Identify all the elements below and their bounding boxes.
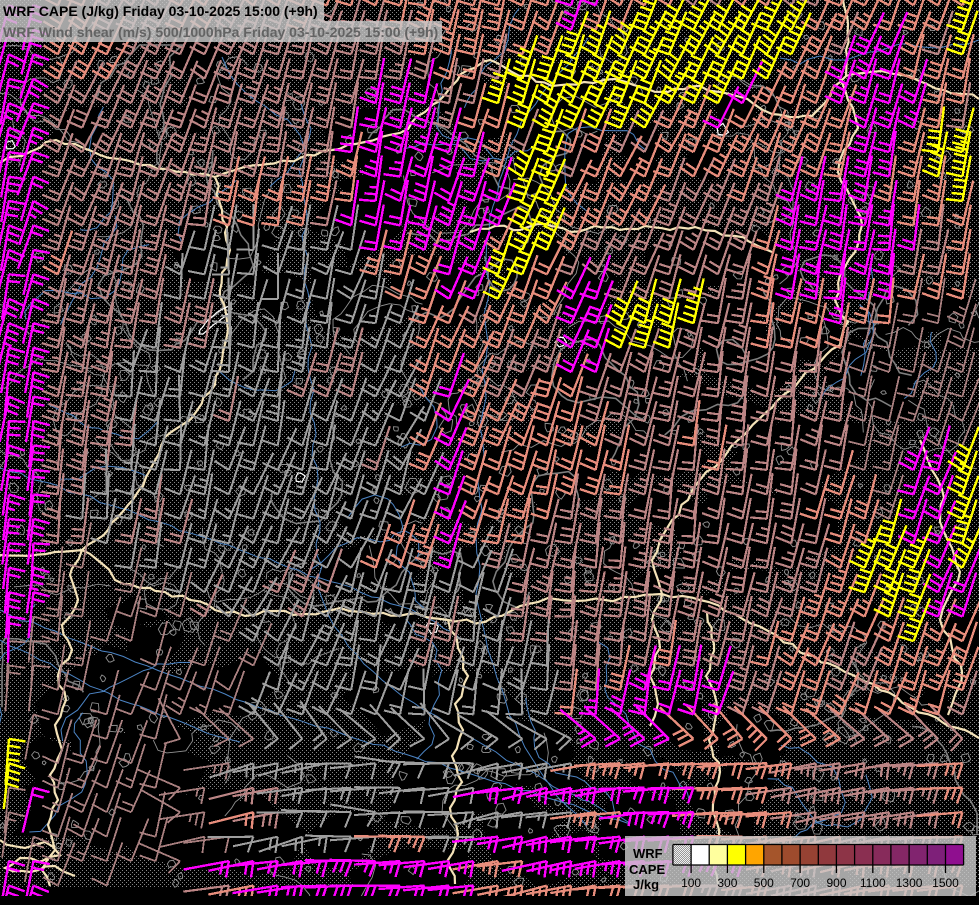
svg-text:500: 500 (754, 876, 774, 890)
svg-text:700: 700 (790, 876, 810, 890)
svg-text:1300: 1300 (896, 876, 923, 890)
svg-text:WRF CAPE (J/kg) Friday 03-10-2: WRF CAPE (J/kg) Friday 03-10-2025 15:00 … (3, 3, 318, 19)
svg-text:900: 900 (826, 876, 846, 890)
svg-text:J/kg: J/kg (633, 877, 659, 892)
svg-text:CAPE: CAPE (629, 862, 665, 877)
svg-text:300: 300 (717, 876, 737, 890)
svg-text:1500: 1500 (932, 876, 959, 890)
svg-text:100: 100 (681, 876, 701, 890)
svg-text:1100: 1100 (860, 876, 886, 890)
svg-text:WRF Wind shear (m/s) 500/1000h: WRF Wind shear (m/s) 500/1000hPa Friday … (3, 24, 438, 40)
svg-text:WRF: WRF (633, 846, 663, 861)
